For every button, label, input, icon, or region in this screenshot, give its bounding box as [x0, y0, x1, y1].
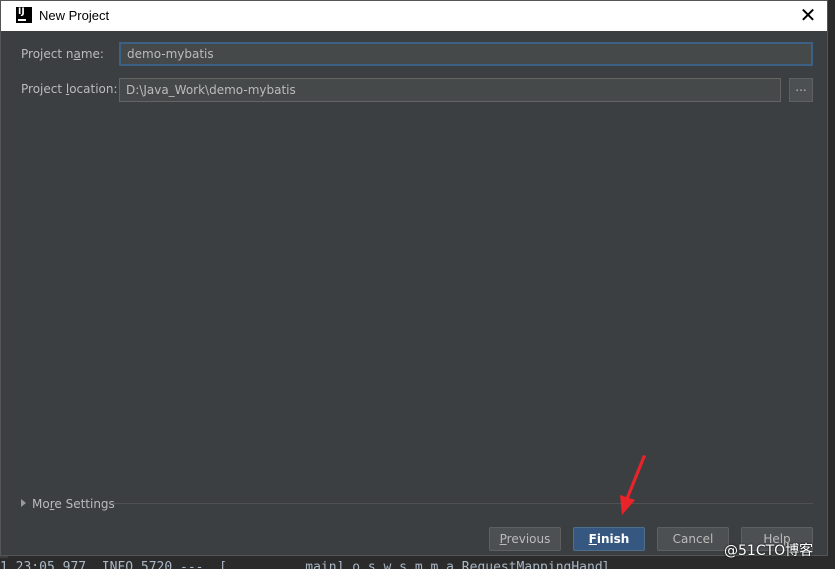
project-location-input[interactable]: D:\Java_Work\demo-mybatis: [119, 78, 781, 102]
project-name-label: Project name:: [21, 47, 104, 61]
ide-console-output: 1 23:05.977 INFO 5720 --- [ main] o.s.w.…: [0, 558, 835, 569]
settings-divider: [111, 503, 813, 504]
dialog-content: Project name: demo-mybatis Project locat…: [1, 31, 827, 555]
close-button[interactable]: ✕: [795, 3, 821, 29]
new-project-dialog: IJ New Project ✕ Project name: demo-myba…: [0, 0, 828, 556]
more-settings-toggle[interactable]: More Settings: [21, 497, 115, 511]
project-location-label: Project location:: [21, 82, 118, 96]
intellij-logo-icon: IJ: [16, 7, 32, 23]
dialog-title: New Project: [39, 8, 110, 23]
cancel-button[interactable]: Cancel: [657, 527, 729, 551]
dialog-titlebar: IJ New Project ✕: [1, 1, 827, 31]
previous-button[interactable]: Previous: [489, 527, 561, 551]
console-log-line: 1 23:05.977 INFO 5720 --- [ main] o.s.w.…: [0, 560, 611, 569]
expand-triangle-icon: [21, 499, 26, 507]
finish-button[interactable]: Finish: [573, 527, 645, 551]
watermark: @51CTO博客: [724, 543, 814, 559]
browse-location-button[interactable]: ...: [789, 78, 813, 102]
project-name-input[interactable]: demo-mybatis: [119, 42, 813, 66]
